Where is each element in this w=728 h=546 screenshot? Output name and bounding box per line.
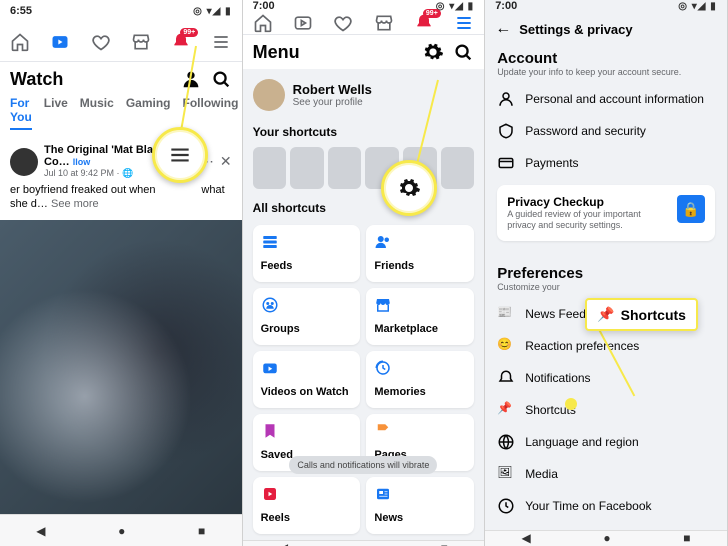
account-section: Account Update your info to keep your ac… (485, 46, 727, 261)
row-language[interactable]: Language and region (497, 426, 715, 458)
recents-square-icon[interactable]: ■ (198, 524, 205, 538)
watch-icon[interactable] (292, 12, 314, 34)
watch-titlebar: Watch (0, 62, 242, 96)
highlight-gear (381, 160, 437, 216)
cell-memories[interactable]: Memories (366, 351, 474, 408)
row-media[interactable]: 🖼Media (497, 458, 715, 490)
tab-gaming[interactable]: Gaming (126, 96, 171, 130)
status-icons: ◎ ▾◢ ▮ (678, 1, 717, 12)
account-sub: Update your info to keep your account se… (497, 67, 715, 77)
notif-badge: 99+ (423, 9, 441, 18)
privacy-sub: A guided review of your important privac… (507, 209, 669, 231)
status-bar: 7:00 ◎ ▾◢ ▮ (243, 0, 485, 12)
post-body: er boyfriend freaked out when_______ wha… (10, 183, 232, 212)
toast: Calls and notifications will vibrate (289, 456, 437, 474)
home-circle-icon[interactable]: ● (361, 541, 368, 546)
tab-following[interactable]: Following (182, 96, 238, 130)
cell-groups[interactable]: Groups (253, 288, 361, 345)
profile-row[interactable]: Robert Wells See your profile (243, 69, 485, 121)
back-icon[interactable]: ← (495, 20, 511, 38)
panel-watch: 6:55 ◎ ▾◢ ▮ 99+ Watch For You Live Music… (0, 0, 243, 546)
cell-friends[interactable]: Friends (366, 225, 474, 282)
profile-name: Robert Wells (293, 82, 372, 97)
post-avatar[interactable] (10, 148, 38, 176)
row-shortcuts[interactable]: 📌Shortcuts (497, 394, 715, 426)
home-icon[interactable] (9, 31, 31, 53)
home-circle-icon[interactable]: ● (118, 524, 125, 538)
home-icon[interactable] (252, 12, 274, 34)
avatar (253, 79, 285, 111)
clock: 7:00 (253, 0, 275, 12)
recents-square-icon[interactable]: ■ (683, 531, 690, 545)
shortcut-grid: Feeds Friends Groups Marketplace Videos … (243, 219, 485, 540)
page-title: Menu (253, 42, 415, 63)
account-heading: Account (497, 50, 715, 67)
clock: 6:55 (10, 5, 32, 17)
back-triangle-icon[interactable]: ◀ (279, 541, 288, 546)
menu-icon[interactable] (453, 12, 475, 34)
tab-live[interactable]: Live (44, 96, 68, 130)
gear-icon[interactable] (422, 41, 444, 63)
row-your-time[interactable]: Your Time on Facebook (497, 490, 715, 522)
row-payments[interactable]: Payments (497, 147, 715, 179)
dating-icon[interactable] (332, 12, 354, 34)
page-title: Watch (10, 69, 172, 90)
see-more[interactable]: See more (51, 198, 99, 210)
prefs-heading: Preferences (497, 265, 715, 282)
row-notifications[interactable]: Notifications (497, 362, 715, 394)
android-nav: ◀ ● ■ (485, 530, 727, 546)
top-nav: 99+ (243, 12, 485, 35)
marketplace-icon[interactable] (373, 12, 395, 34)
notifications-icon[interactable]: 99+ (170, 31, 192, 53)
cell-videos[interactable]: Videos on Watch (253, 351, 361, 408)
video-thumbnail[interactable] (0, 220, 242, 514)
prefs-sub: Customize your (497, 282, 715, 292)
your-shortcuts-label: Your shortcuts (243, 121, 485, 143)
marketplace-icon[interactable] (130, 31, 152, 53)
notifications-icon[interactable]: 99+ (413, 12, 435, 34)
back-triangle-icon[interactable]: ◀ (36, 524, 45, 538)
cell-feeds[interactable]: Feeds (253, 225, 361, 282)
watch-tabs: For You Live Music Gaming Following (0, 96, 242, 136)
shortcuts-callout: 📌 Shortcuts (585, 298, 698, 331)
privacy-checkup-card[interactable]: Privacy Checkup A guided review of your … (497, 185, 715, 241)
cell-reels[interactable]: Reels (253, 477, 361, 534)
search-icon[interactable] (210, 68, 232, 90)
cell-news[interactable]: News (366, 477, 474, 534)
tab-music[interactable]: Music (80, 96, 114, 130)
menu-icon[interactable] (210, 31, 232, 53)
android-nav: ◀ ● ■ (0, 514, 242, 546)
back-triangle-icon[interactable]: ◀ (521, 531, 530, 545)
panel-menu: 7:00 ◎ ▾◢ ▮ 99+ Menu Robert Wells See yo… (243, 0, 486, 546)
android-nav: ◀ ● ■ (243, 540, 485, 546)
recents-square-icon[interactable]: ■ (441, 541, 448, 546)
settings-title: Settings & privacy (519, 22, 632, 37)
menu-titlebar: Menu (243, 35, 485, 69)
tab-for-you[interactable]: For You (10, 96, 32, 130)
row-password[interactable]: Password and security (497, 115, 715, 147)
lock-icon (677, 195, 705, 223)
status-icons: ◎ ▾◢ ▮ (436, 1, 475, 12)
status-bar: 6:55 ◎ ▾◢ ▮ (0, 0, 242, 22)
home-circle-icon[interactable]: ● (603, 531, 610, 545)
status-icons: ◎ ▾◢ ▮ (193, 6, 232, 17)
panel-settings: 7:00 ◎ ▾◢ ▮ ← Settings & privacy Account… (485, 0, 728, 546)
dating-icon[interactable] (90, 31, 112, 53)
close-icon[interactable]: ✕ (220, 153, 232, 170)
watch-icon[interactable] (49, 31, 71, 53)
row-personal-info[interactable]: Personal and account information (497, 83, 715, 115)
pin-icon: 📌 (597, 306, 614, 323)
clock: 7:00 (495, 0, 517, 12)
settings-header: ← Settings & privacy (485, 12, 727, 46)
shortcut-strip[interactable] (243, 143, 485, 197)
cell-marketplace[interactable]: Marketplace (366, 288, 474, 345)
top-nav: 99+ (0, 22, 242, 62)
status-bar: 7:00 ◎ ▾◢ ▮ (485, 0, 727, 12)
all-shortcuts-label: All shortcuts (243, 197, 485, 219)
highlight-menu (152, 127, 208, 183)
notif-badge: 99+ (180, 28, 198, 37)
search-icon[interactable] (452, 41, 474, 63)
privacy-title: Privacy Checkup (507, 195, 669, 209)
profile-sub: See your profile (293, 97, 372, 108)
